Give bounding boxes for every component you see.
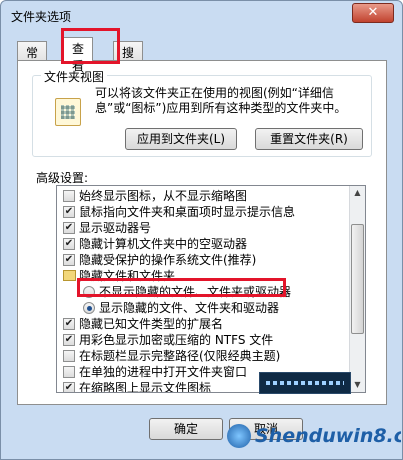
folder-views-group: 文件夹视图 可以将该文件夹正在使用的视图(例如“详细信息”或“图标”)应用到所有… xyxy=(32,68,372,157)
ok-button[interactable]: 确定 xyxy=(149,418,223,440)
setting-label: 不显示隐藏的文件、文件夹或驱动器 xyxy=(99,285,292,299)
scroll-down-arrow-icon[interactable]: ▼ xyxy=(351,378,364,392)
window-title: 文件夹选项 xyxy=(11,10,72,24)
setting-label: 显示隐藏的文件、文件夹和驱动器 xyxy=(99,301,280,315)
radio-selected-icon[interactable] xyxy=(83,302,95,314)
setting-label: 隐藏已知文件类型的扩展名 xyxy=(79,317,224,331)
setting-label: 用彩色显示加密或压缩的 NTFS 文件 xyxy=(79,333,274,347)
checkbox-checked-icon[interactable]: ✔ xyxy=(63,334,75,346)
advanced-settings-scrollbar[interactable]: ▲ ▼ xyxy=(349,186,365,392)
close-button[interactable]: ✕ xyxy=(352,3,394,23)
apply-to-folders-button[interactable]: 应用到文件夹(L) xyxy=(125,128,237,150)
scroll-thumb[interactable] xyxy=(351,224,364,334)
checkbox-unchecked-icon[interactable] xyxy=(63,350,75,362)
reset-folders-button[interactable]: 重置文件夹(R) xyxy=(255,128,363,150)
checkbox-checked-icon[interactable]: ✔ xyxy=(63,206,75,218)
checkbox-unchecked-icon[interactable] xyxy=(63,366,75,378)
setting-label: 隐藏文件和文件夹 xyxy=(79,269,176,283)
setting-label: 在单独的进程中打开文件夹窗口 xyxy=(79,365,248,379)
radio-unselected-icon[interactable] xyxy=(83,286,95,298)
setting-label: 在缩略图上显示文件图标 xyxy=(79,381,212,393)
setting-label: 隐藏受保护的操作系统文件(推荐) xyxy=(79,253,257,267)
checkbox-checked-icon[interactable]: ✔ xyxy=(63,382,75,392)
checkbox-checked-icon[interactable]: ✔ xyxy=(63,318,75,330)
watermark-logo-icon xyxy=(227,424,251,448)
advanced-settings-list[interactable]: 始终显示图标，从不显示缩略图 ✔ 鼠标指向文件夹和桌面项时显示提示信息 ✔ 显示驱动器号… xyxy=(56,185,366,393)
setting-label: 显示驱动器号 xyxy=(79,221,152,235)
restore-defaults-button[interactable] xyxy=(259,372,351,394)
checkbox-checked-icon[interactable]: ✔ xyxy=(63,222,75,234)
checkbox-checked-icon[interactable]: ✔ xyxy=(63,254,75,266)
site-watermark: Shenduwin8.com xyxy=(227,419,401,453)
setting-label: 始终显示图标，从不显示缩略图 xyxy=(79,189,248,203)
folder-options-window: 文件夹选项 ✕ 常规 查看 搜索 文件夹视图 可以将该文件夹正在使用的视图(例如… xyxy=(0,0,403,460)
setting-label: 隐藏计算机文件夹中的空驱动器 xyxy=(79,237,248,251)
checkbox-checked-icon[interactable]: ✔ xyxy=(63,238,75,250)
setting-label: 在标题栏显示完整路径(仅限经典主题) xyxy=(79,349,281,363)
view-tab-panel: 文件夹视图 可以将该文件夹正在使用的视图(例如“详细信息”或“图标”)应用到所有… xyxy=(17,60,387,405)
checkbox-unchecked-icon[interactable] xyxy=(63,190,75,202)
folder-views-description: 可以将该文件夹正在使用的视图(例如“详细信息”或“图标”)应用到所有这种类型的文… xyxy=(95,86,347,115)
setting-label: 鼠标指向文件夹和桌面项时显示提示信息 xyxy=(79,205,296,219)
title-bar[interactable]: 文件夹选项 ✕ xyxy=(1,1,402,31)
watermark-text: Shenduwin8.com xyxy=(255,425,401,447)
scroll-up-arrow-icon[interactable]: ▲ xyxy=(351,186,364,200)
tab-view[interactable]: 查看 xyxy=(63,37,94,73)
folder-view-icon xyxy=(55,98,81,126)
tab-general[interactable]: 常规 xyxy=(17,41,48,77)
folder-icon xyxy=(63,270,76,281)
advanced-settings-label: 高级设置: xyxy=(36,171,89,185)
tab-search[interactable]: 搜索 xyxy=(113,41,144,77)
